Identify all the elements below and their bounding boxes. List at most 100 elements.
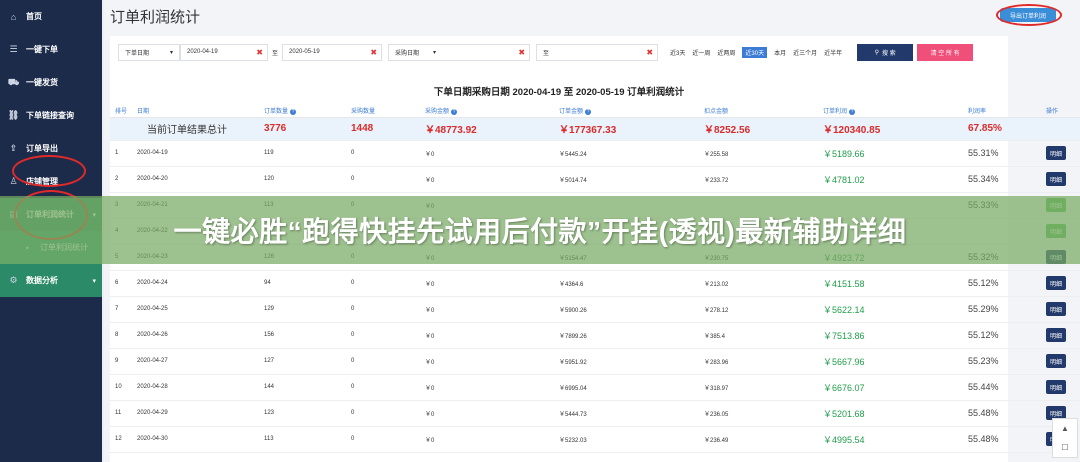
table-cell: 94 [259, 270, 346, 297]
summary-label: 当前订单结果总计 [110, 117, 259, 141]
purchase-date-select[interactable]: 采购日期 ▾ ✖ [388, 43, 531, 61]
table-cell: ￥236.05 [699, 400, 818, 427]
detail-button[interactable]: 明细 [1046, 302, 1066, 316]
search-button[interactable]: ⚲ 搜 索 [857, 43, 914, 61]
chevron-up-icon[interactable]: ▲ [1061, 424, 1069, 433]
sidebar-item-label: 一键发货 [26, 78, 58, 87]
caret-down-icon: ▾ [433, 49, 437, 56]
detail-button[interactable]: 明细 [1046, 146, 1066, 160]
detail-button[interactable]: 明细 [1046, 380, 1066, 394]
table-cell: ￥0 [420, 348, 554, 375]
table-cell: ￥5667.96 [818, 348, 963, 375]
table-row: 8 2020-04-26 156 0 ￥0 ￥7899.26 ￥385.4 ￥7513.86 5… [110, 322, 1080, 349]
clear-icon[interactable]: ✖ [646, 48, 653, 57]
caret-down-icon: ▾ [169, 49, 173, 56]
column-header[interactable]: 订单金额? [554, 104, 699, 118]
sidebar-item-8[interactable]: ⚙ 数据分析 ▾ [0, 264, 102, 297]
column-header[interactable]: 排号 [110, 104, 132, 118]
sidebar-item-2[interactable]: ⛟ 一键发货 [0, 66, 102, 99]
quick-range-4[interactable]: 本月 [774, 48, 786, 57]
sidebar-item-label: 一键下单 [26, 45, 58, 54]
sidebar-item-1[interactable]: ☰ 一键下单 [0, 33, 102, 66]
action-cell: 明细 [1041, 348, 1080, 375]
quick-range-6[interactable]: 近半年 [824, 48, 842, 57]
column-header[interactable]: 采购数量 [346, 104, 420, 118]
table-cell: 2020-04-28 [132, 374, 259, 401]
column-header[interactable]: 利润率 [963, 104, 1041, 118]
table-cell: ￥6995.04 [554, 374, 699, 401]
table-row: 6 2020-04-24 94 0 ￥0 ￥4364.6 ￥213.02 ￥4151.58 55… [110, 270, 1080, 297]
table-row: 12 2020-04-30 113 0 ￥0 ￥5232.03 ￥236.49 ￥4995.5… [110, 426, 1080, 453]
column-header[interactable]: 操作 [1041, 104, 1080, 118]
table-cell: 156 [259, 322, 346, 349]
gear-icon: ⚙ [9, 275, 18, 285]
table-row: 1 2020-04-19 119 0 ￥0 ￥5445.24 ￥255.58 ￥5189.66… [110, 140, 1080, 167]
help-icon[interactable]: ? [849, 108, 856, 115]
table-cell: ￥5445.24 [554, 140, 699, 167]
column-header[interactable]: 日期 [132, 104, 259, 118]
clear-all-button[interactable]: 清 空 所 有 [917, 43, 974, 61]
help-icon[interactable]: ? [585, 108, 592, 115]
table-cell: 55.48% [963, 400, 1041, 427]
table-cell: ￥0 [420, 166, 554, 193]
table-cell: 2020-04-26 [132, 322, 259, 349]
to-label: 至 [272, 50, 279, 57]
purchase-date-to-input[interactable]: 至 ✖ [536, 43, 659, 61]
detail-button[interactable]: 明细 [1046, 172, 1066, 186]
table-cell: 55.12% [963, 270, 1041, 297]
help-icon[interactable]: ? [451, 108, 458, 115]
quick-range-0[interactable]: 近3天 [670, 48, 685, 57]
summary-orders: 3776 [259, 117, 346, 141]
table-cell: 2020-04-24 [132, 270, 259, 297]
table-cell: 0 [346, 374, 420, 401]
clear-icon[interactable]: ✖ [518, 48, 525, 57]
clear-icon[interactable]: ✖ [256, 48, 263, 57]
table-cell: 123 [259, 400, 346, 427]
date-to-input[interactable]: 2020-05-19 ✖ [282, 43, 383, 61]
page-title: 订单利润统计 [110, 9, 201, 26]
clear-icon[interactable]: ✖ [370, 48, 377, 57]
table-cell: 7 [110, 296, 132, 323]
action-cell: 明细 [1041, 296, 1080, 323]
table-cell: ￥236.49 [699, 426, 818, 453]
help-icon[interactable]: ? [290, 108, 297, 115]
table-cell: ￥278.12 [699, 296, 818, 323]
highlight-oval-export [996, 4, 1062, 26]
quick-range-2[interactable]: 近两周 [717, 48, 735, 57]
table-cell: ￥233.72 [699, 166, 818, 193]
detail-button[interactable]: 明细 [1046, 328, 1066, 342]
banner-text: 一键必胜“跑得快挂先试用后付款”开挂(透视)最新辅助详细 [173, 216, 907, 247]
column-header[interactable]: 采购金额? [420, 104, 554, 118]
chat-icon[interactable]: ☐ [1061, 443, 1068, 452]
detail-button[interactable]: 明细 [1046, 276, 1066, 290]
table-cell: ￥4364.6 [554, 270, 699, 297]
column-header[interactable]: 扣点金额 [699, 104, 818, 118]
link-icon: ⛓ [7, 110, 20, 120]
table-row: 7 2020-04-25 129 0 ￥0 ￥5900.26 ￥278.12 ￥5622.14… [110, 296, 1080, 323]
sidebar-item-0[interactable]: ⌂ 首页 [0, 0, 102, 33]
detail-button[interactable]: 明细 [1046, 354, 1066, 368]
sidebar-item-label: 下单链接查询 [26, 111, 74, 120]
quick-range-5[interactable]: 近三个月 [793, 48, 817, 57]
quick-range-1[interactable]: 近一周 [692, 48, 710, 57]
table-cell: 2020-04-25 [132, 296, 259, 323]
date-type-select[interactable]: 下单日期 ▾ [118, 43, 180, 61]
date-from-input[interactable]: 2020-04-19 ✖ [180, 43, 268, 61]
column-header[interactable]: 订单数量? [259, 104, 346, 118]
action-cell: 明细 [1041, 140, 1080, 167]
scroll-widget[interactable]: ▲ ☐ [1052, 418, 1078, 458]
filter-bar: 下单日期 ▾ 2020-04-19 ✖ 至 2020-05-19 ✖ 采购日期 … [118, 42, 974, 62]
column-header[interactable]: 订单利润? [818, 104, 963, 118]
table-cell: 120 [259, 166, 346, 193]
quick-range-3[interactable]: 近30天 [742, 46, 768, 58]
sidebar-item-3[interactable]: ⛓ 下单链接查询 [0, 99, 102, 132]
export-icon: ⇪ [9, 143, 18, 153]
table-cell: 55.12% [963, 322, 1041, 349]
table-cell: 2020-04-20 [132, 166, 259, 193]
table-cell: 55.48% [963, 426, 1041, 453]
table-cell: 55.29% [963, 296, 1041, 323]
profit-table: 排号 日期 订单数量? 采购数量 采购金额? 订单金额? 扣点金额 订单利润? 利润率 操作 当前… [110, 104, 1080, 453]
table-cell: ￥4781.02 [818, 166, 963, 193]
search-icon: ⚲ [874, 49, 879, 56]
home-icon: ⌂ [10, 11, 17, 22]
